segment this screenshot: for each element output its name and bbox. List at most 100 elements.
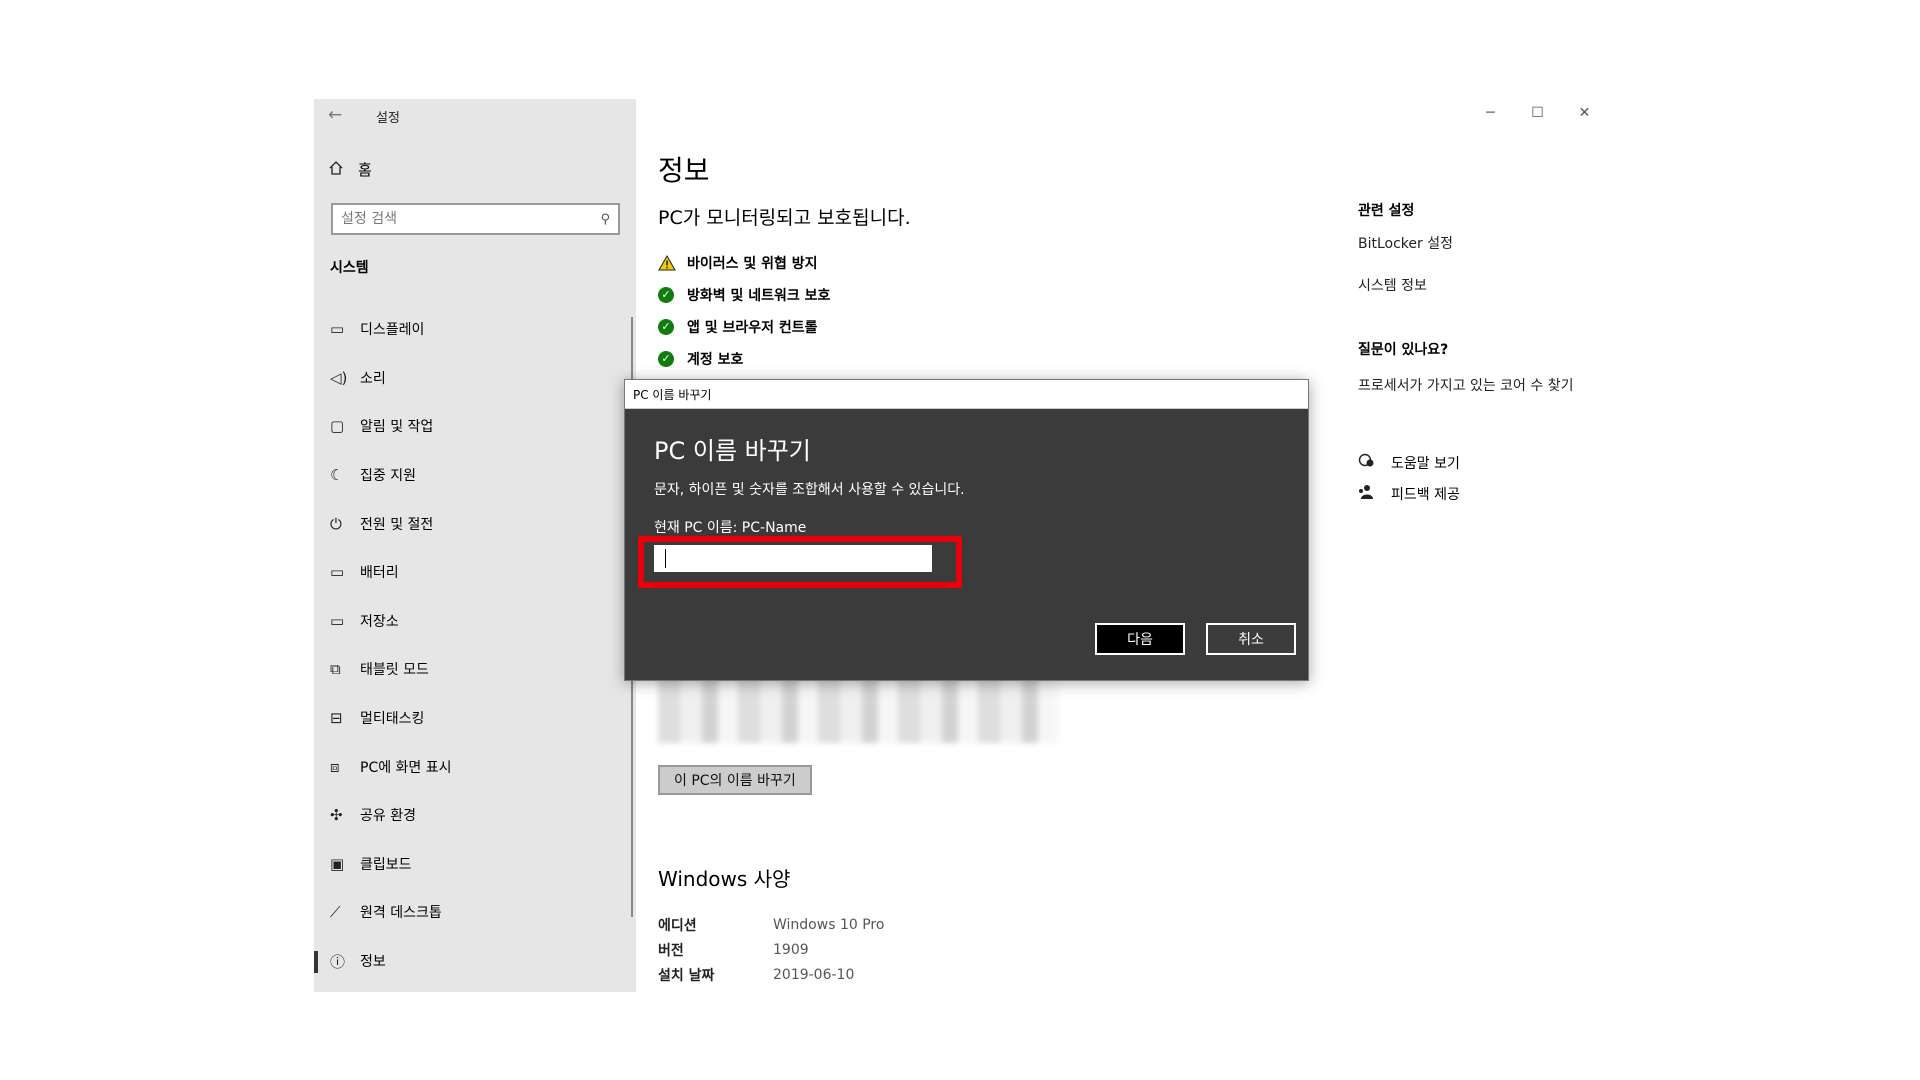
storage-icon: ▭ — [330, 611, 345, 630]
bitlocker-settings-link[interactable]: BitLocker 설정 — [1358, 233, 1608, 253]
sidebar-item-label: 저장소 — [360, 613, 399, 630]
notification-icon: ▢ — [330, 417, 345, 436]
spec-label: 버전 — [658, 942, 684, 959]
project-icon: ⧈ — [330, 757, 340, 776]
sidebar-item-notifications[interactable]: ▢ 알림 및 작업 — [314, 402, 636, 451]
sidebar-item-display[interactable]: ▭ 디스플레이 — [314, 305, 636, 354]
cancel-button[interactable]: 취소 — [1206, 623, 1296, 655]
help-item-label: 피드백 제공 — [1391, 486, 1460, 503]
related-settings-panel: 관련 설정 BitLocker 설정 시스템 정보 질문이 있나요? 프로세서가… — [1358, 200, 1608, 509]
get-help-link[interactable]: 도움말 보기 — [1358, 447, 1608, 478]
sidebar-item-shared-experiences[interactable]: ✣ 공유 환경 — [314, 791, 636, 840]
system-info-link[interactable]: 시스템 정보 — [1358, 275, 1608, 295]
sidebar-item-label: 클립보드 — [360, 856, 412, 873]
sidebar-item-multitasking[interactable]: ⊟ 멀티태스킹 — [314, 694, 636, 743]
sidebar-item-label: 전원 및 절전 — [360, 516, 434, 533]
sidebar-item-label: 배터리 — [360, 565, 399, 582]
next-button[interactable]: 다음 — [1095, 623, 1185, 655]
status-item-label: 계정 보호 — [687, 352, 744, 368]
text-caret — [665, 549, 666, 568]
help-chat-icon — [1358, 453, 1391, 473]
monitor-icon: ▭ — [330, 320, 345, 339]
search-icon[interactable]: ⚲ — [600, 212, 610, 227]
status-item-app-browser[interactable]: ✓ 앱 및 브라우저 컨트롤 — [658, 311, 830, 343]
battery-icon: ▭ — [330, 563, 345, 582]
sidebar-section-title: 시스템 — [330, 260, 369, 276]
sidebar-item-remote-desktop[interactable]: ⟋ 원격 데스크톱 — [314, 888, 636, 937]
home-icon — [328, 160, 358, 180]
current-pc-name: 현재 PC 이름: PC-Name — [654, 520, 807, 536]
sidebar-item-storage[interactable]: ▭ 저장소 — [314, 597, 636, 646]
windows-spec-heading: Windows 사양 — [658, 867, 791, 891]
dialog-heading: PC 이름 바꾸기 — [654, 437, 811, 465]
dialog-window-title: PC 이름 바꾸기 — [633, 387, 712, 402]
back-arrow-icon[interactable]: ← — [328, 105, 342, 125]
sidebar-item-label: 공유 환경 — [360, 808, 416, 825]
speaker-icon: ◁) — [330, 368, 348, 387]
status-item-label: 방화벽 및 네트워크 보호 — [687, 288, 831, 304]
spec-value: 2019-06-10 — [773, 966, 855, 983]
spec-row-version: 버전 1909 — [658, 937, 884, 962]
sidebar: ← 설정 홈 ⚲ 시스템 ▭ 디스플레이 ◁) 소리 ▢ 알림 및 작업 ☾ 집중 지원… — [314, 99, 636, 992]
app-title: 설정 — [376, 111, 400, 126]
page-title: 정보 — [658, 154, 710, 187]
sidebar-item-label: 집중 지원 — [360, 468, 416, 485]
sidebar-item-label: 소리 — [360, 370, 386, 387]
spec-row-install-date: 설치 날짜 2019-06-10 — [658, 962, 884, 987]
give-feedback-link[interactable]: 피드백 제공 — [1358, 478, 1608, 509]
moon-icon: ☾ — [330, 466, 344, 485]
multitask-icon: ⊟ — [330, 709, 343, 728]
sidebar-item-label: 알림 및 작업 — [360, 419, 434, 436]
sidebar-item-tablet-mode[interactable]: ⧉ 태블릿 모드 — [314, 645, 636, 694]
spec-value: 1909 — [773, 941, 809, 958]
sidebar-home[interactable]: 홈 — [328, 159, 372, 180]
sidebar-item-power[interactable]: ⏻ 전원 및 절전 — [314, 499, 636, 548]
sidebar-home-label: 홈 — [358, 161, 372, 179]
related-settings-heading: 관련 설정 — [1358, 203, 1415, 219]
settings-search-box[interactable]: ⚲ — [331, 203, 620, 235]
minimize-icon[interactable]: ─ — [1467, 105, 1514, 121]
info-icon: ⓘ — [330, 952, 346, 971]
sidebar-nav: ▭ 디스플레이 ◁) 소리 ▢ 알림 및 작업 ☾ 집중 지원 ⏻ 전원 및 절전 ▭ 배터… — [314, 305, 636, 985]
windows-spec-table: 에디션 Windows 10 Pro 버전 1909 설치 날짜 2019-06… — [658, 912, 884, 987]
share-icon: ✣ — [330, 806, 343, 825]
dialog-titlebar[interactable]: PC 이름 바꾸기 — [625, 380, 1308, 409]
sidebar-item-projecting[interactable]: ⧈ PC에 화면 표시 — [314, 742, 636, 791]
sidebar-item-battery[interactable]: ▭ 배터리 — [314, 548, 636, 597]
sidebar-item-focus-assist[interactable]: ☾ 집중 지원 — [314, 451, 636, 500]
sidebar-item-label: 디스플레이 — [360, 322, 425, 339]
protection-status-heading: PC가 모니터링되고 보호됩니다. — [658, 207, 911, 229]
rename-pc-dialog: PC 이름 바꾸기 PC 이름 바꾸기 문자, 하이픈 및 숫자를 조합해서 사… — [624, 379, 1309, 681]
rename-pc-button[interactable]: 이 PC의 이름 바꾸기 — [658, 765, 812, 795]
remote-desktop-icon: ⟋ — [330, 903, 341, 922]
sidebar-item-label: 정보 — [360, 954, 386, 971]
status-item-account-protection[interactable]: ✓ 계정 보호 — [658, 343, 830, 375]
sidebar-item-label: 멀티태스킹 — [360, 711, 425, 728]
settings-search-input[interactable] — [341, 211, 571, 227]
check-icon: ✓ — [658, 351, 674, 367]
sidebar-item-about[interactable]: ⓘ 정보 — [314, 937, 636, 986]
sidebar-item-label: PC에 화면 표시 — [360, 759, 452, 776]
status-item-label: 앱 및 브라우저 컨트롤 — [687, 320, 818, 336]
sidebar-item-label: 원격 데스크톱 — [360, 905, 442, 922]
new-pc-name-input[interactable] — [654, 545, 932, 572]
question-heading: 질문이 있나요? — [1358, 342, 1449, 358]
clipboard-icon: ▣ — [330, 854, 345, 873]
maximize-icon[interactable]: ☐ — [1514, 105, 1561, 121]
tablet-icon: ⧉ — [330, 660, 341, 679]
check-icon: ✓ — [658, 319, 674, 335]
sidebar-item-label: 태블릿 모드 — [360, 662, 429, 679]
spec-label: 설치 날짜 — [658, 967, 715, 984]
status-item-firewall[interactable]: ✓ 방화벽 및 네트워크 보호 — [658, 279, 830, 311]
find-processor-cores-link[interactable]: 프로세서가 가지고 있는 코어 수 찾기 — [1358, 375, 1608, 395]
status-item-virus-protection[interactable]: 바이러스 및 위협 방지 — [658, 247, 830, 279]
warning-icon — [658, 255, 687, 271]
protection-status-list: 바이러스 및 위협 방지 ✓ 방화벽 및 네트워크 보호 ✓ 앱 및 브라우저 … — [658, 247, 830, 375]
sidebar-item-clipboard[interactable]: ▣ 클립보드 — [314, 840, 636, 889]
power-icon: ⏻ — [330, 514, 342, 533]
spec-value: Windows 10 Pro — [773, 916, 885, 933]
sidebar-item-sound[interactable]: ◁) 소리 — [314, 354, 636, 403]
help-item-label: 도움말 보기 — [1391, 455, 1460, 472]
close-icon[interactable]: ✕ — [1561, 105, 1608, 121]
spec-label: 에디션 — [658, 917, 697, 934]
